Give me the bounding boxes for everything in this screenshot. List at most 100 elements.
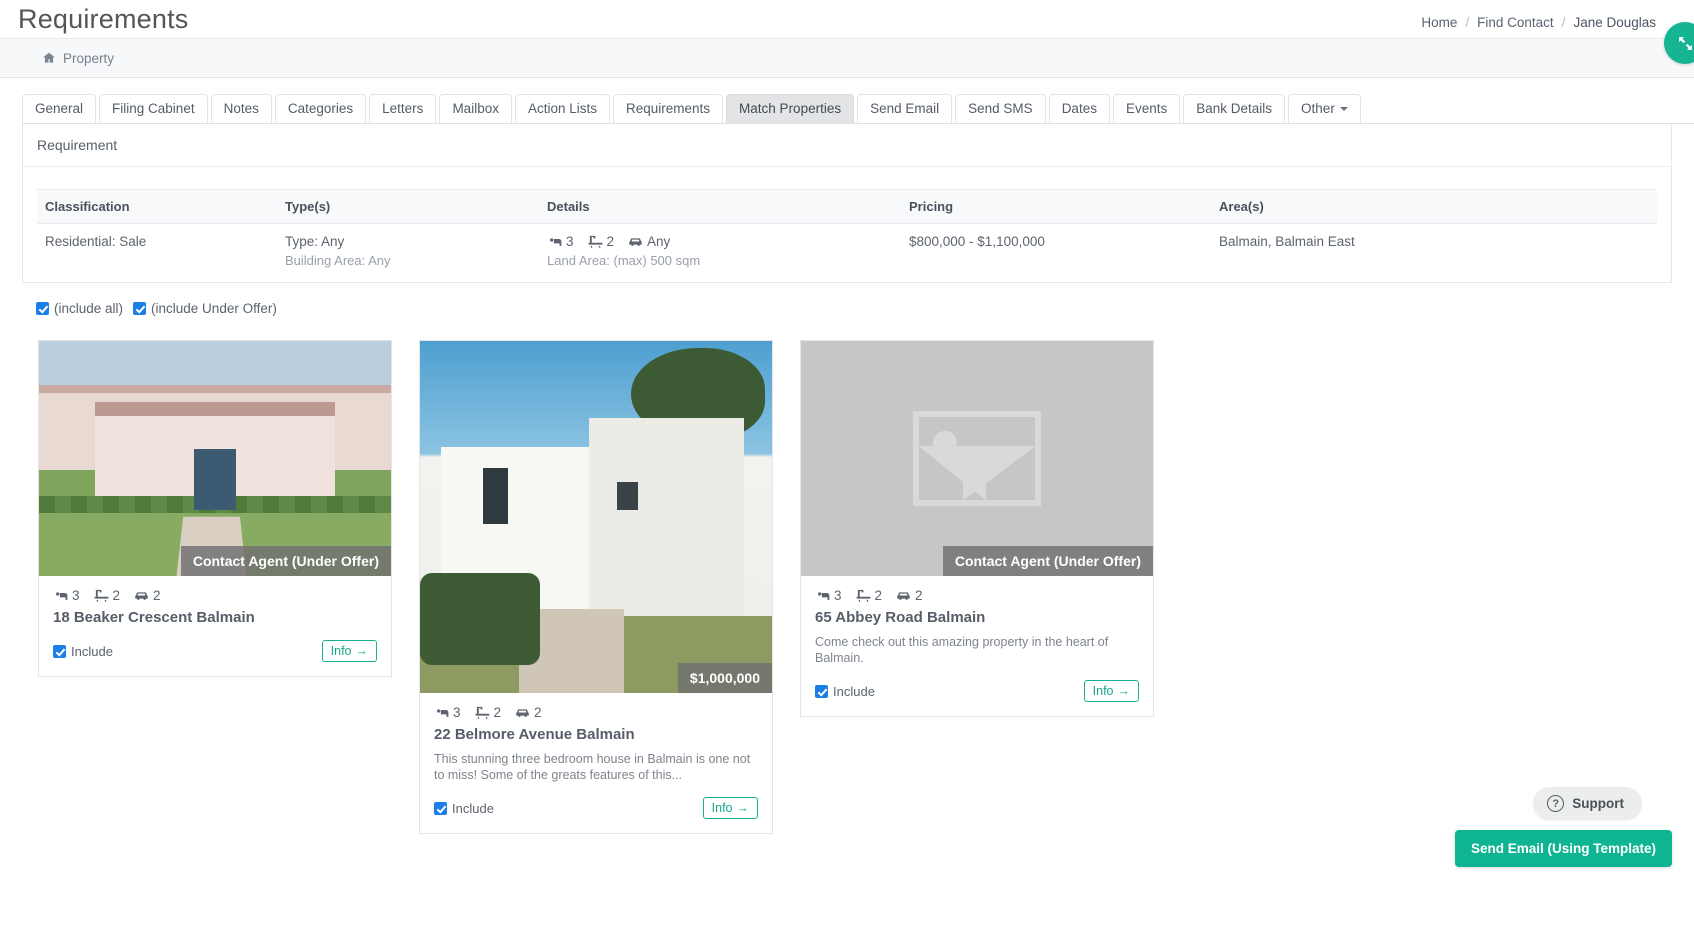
property-card[interactable]: Contact Agent (Under Offer) 3 2 2 65 Abbey R… bbox=[800, 340, 1154, 717]
arrow-right-icon: → bbox=[355, 644, 369, 658]
building-area-value: Building Area: Any bbox=[285, 253, 391, 268]
tab-letters[interactable]: Letters bbox=[369, 94, 437, 123]
car-icon bbox=[629, 238, 642, 246]
car-icon bbox=[135, 592, 148, 600]
property-photo: Contact Agent (Under Offer) bbox=[39, 341, 391, 576]
property-photo: $1,000,000 bbox=[420, 341, 772, 693]
image-placeholder-icon bbox=[913, 411, 1041, 506]
arrow-right-icon: → bbox=[736, 801, 750, 815]
price-badge: $1,000,000 bbox=[677, 663, 772, 693]
property-card-grid: Contact Agent (Under Offer) 3 2 2 18 Beaker … bbox=[0, 316, 1694, 834]
table-row: Residential: Sale Type: Any Building Are… bbox=[37, 224, 1657, 283]
include-label: Include bbox=[452, 800, 494, 816]
tab-events[interactable]: Events bbox=[1112, 94, 1181, 123]
feature-row: 3 2 2 bbox=[434, 705, 758, 720]
card-body: 3 2 2 18 Beaker Crescent Balmain bbox=[39, 576, 391, 626]
card-footer: Include Info → bbox=[801, 666, 1153, 716]
bed-icon bbox=[815, 591, 830, 600]
tab-label: Action Lists bbox=[527, 101, 597, 116]
tab-label: Notes bbox=[223, 101, 259, 116]
tab-dates[interactable]: Dates bbox=[1048, 94, 1110, 123]
feature-row: 3 2 Any bbox=[547, 234, 893, 249]
property-subheader: Property bbox=[0, 38, 1694, 78]
property-description: This stunning three bedroom house in Bal… bbox=[434, 752, 751, 782]
bath-feature: 2 bbox=[856, 588, 882, 603]
tab-bank-details[interactable]: Bank Details bbox=[1183, 94, 1286, 123]
table-header-row: Classification Type(s) Details Pricing A… bbox=[37, 189, 1657, 224]
car-icon bbox=[897, 592, 910, 600]
include-toggle: Include bbox=[53, 644, 113, 659]
bed-count: 3 bbox=[834, 588, 842, 603]
cell-details: 3 2 Any Land Area: (max) 500 sqm bbox=[539, 224, 901, 283]
land-area-value: Land Area: (max) 500 sqm bbox=[547, 253, 701, 268]
cell-pricing: $800,000 - $1,100,000 bbox=[909, 234, 1045, 249]
tab-label: Events bbox=[1125, 101, 1168, 116]
column-header-classification: Classification bbox=[37, 189, 277, 224]
breadcrumb-item-jane-douglas[interactable]: Jane Douglas bbox=[1573, 15, 1656, 30]
tab-label: Mailbox bbox=[452, 101, 499, 116]
support-button[interactable]: ? Support bbox=[1533, 787, 1642, 820]
tab-label: Requirements bbox=[626, 101, 711, 116]
bed-feature: 3 bbox=[815, 588, 842, 603]
bed-count: 3 bbox=[566, 234, 574, 249]
info-button-label: Info bbox=[330, 644, 352, 658]
property-photo: Contact Agent (Under Offer) bbox=[801, 341, 1153, 576]
cell-types: Type: Any Building Area: Any bbox=[277, 224, 539, 283]
tab-filing-cabinet[interactable]: Filing Cabinet bbox=[99, 94, 208, 123]
requirement-panel: Requirement Classification Type(s) Detai… bbox=[22, 124, 1672, 283]
tab-other[interactable]: Other bbox=[1288, 94, 1361, 123]
tab-label: Bank Details bbox=[1196, 101, 1273, 116]
tab-notes[interactable]: Notes bbox=[210, 94, 272, 123]
tab-requirements[interactable]: Requirements bbox=[613, 94, 724, 123]
info-button[interactable]: Info → bbox=[702, 797, 758, 819]
breadcrumb-separator: / bbox=[1561, 14, 1566, 30]
info-button[interactable]: Info → bbox=[321, 640, 377, 662]
include-checkbox[interactable] bbox=[53, 644, 66, 658]
include-filter-checkbox[interactable] bbox=[133, 302, 147, 315]
send-email-using-template-button[interactable]: Send Email (Using Template) bbox=[1454, 830, 1672, 867]
column-header-details: Details bbox=[539, 189, 901, 224]
tab-match-properties[interactable]: Match Properties bbox=[726, 94, 855, 123]
tab-label: Other bbox=[1301, 101, 1335, 116]
include-filter: (include Under Offer) bbox=[133, 301, 277, 316]
tab-mailbox[interactable]: Mailbox bbox=[439, 94, 512, 123]
car-count: Any bbox=[647, 234, 671, 249]
include-checkbox[interactable] bbox=[815, 684, 828, 698]
include-checkbox[interactable] bbox=[434, 801, 447, 815]
tab-label: Match Properties bbox=[739, 101, 842, 116]
card-body: 3 2 2 65 Abbey Road Balmain Come check out t… bbox=[801, 576, 1153, 666]
include-filter-label: (include Under Offer) bbox=[151, 301, 277, 316]
chevron-down-icon bbox=[1339, 107, 1348, 112]
support-label: Support bbox=[1572, 796, 1624, 811]
cell-areas: Balmain, Balmain East bbox=[1219, 234, 1355, 249]
tab-general[interactable]: General bbox=[22, 94, 97, 123]
breadcrumb-item-home[interactable]: Home bbox=[1421, 15, 1457, 30]
property-card[interactable]: Contact Agent (Under Offer) 3 2 2 18 Beaker … bbox=[38, 340, 392, 677]
car-feature: 2 bbox=[515, 705, 542, 720]
tab-action-lists[interactable]: Action Lists bbox=[514, 94, 610, 123]
property-label[interactable]: Property bbox=[63, 51, 114, 66]
tab-label: Letters bbox=[382, 101, 424, 116]
bath-count: 2 bbox=[112, 588, 121, 603]
bed-count: 3 bbox=[453, 705, 461, 720]
tab-send-sms[interactable]: Send SMS bbox=[955, 94, 1046, 123]
info-button[interactable]: Info → bbox=[1083, 680, 1139, 702]
include-filter-checkbox[interactable] bbox=[36, 302, 49, 315]
car-feature: 2 bbox=[134, 588, 161, 603]
column-header-pricing: Pricing bbox=[901, 189, 1211, 224]
property-card[interactable]: $1,000,000 3 2 2 22 Belmore Avenue Balmain Th… bbox=[419, 340, 773, 834]
car-feature: 2 bbox=[896, 588, 923, 603]
breadcrumb-item-find-contact[interactable]: Find Contact bbox=[1477, 15, 1554, 30]
column-header-types: Type(s) bbox=[277, 189, 539, 224]
tab-categories[interactable]: Categories bbox=[274, 94, 367, 123]
bath-feature: 2 bbox=[94, 588, 121, 603]
bath-feature: 2 bbox=[588, 234, 614, 249]
bed-icon bbox=[547, 237, 562, 246]
bath-icon bbox=[475, 706, 489, 719]
car-icon bbox=[516, 709, 529, 717]
tab-send-email[interactable]: Send Email bbox=[857, 94, 953, 123]
car-feature: Any bbox=[628, 234, 670, 249]
bath-count: 2 bbox=[493, 705, 502, 720]
tab-list: General Filing Cabinet Notes Categories Lett… bbox=[22, 94, 1694, 124]
column-header-areas: Area(s) bbox=[1211, 189, 1657, 224]
